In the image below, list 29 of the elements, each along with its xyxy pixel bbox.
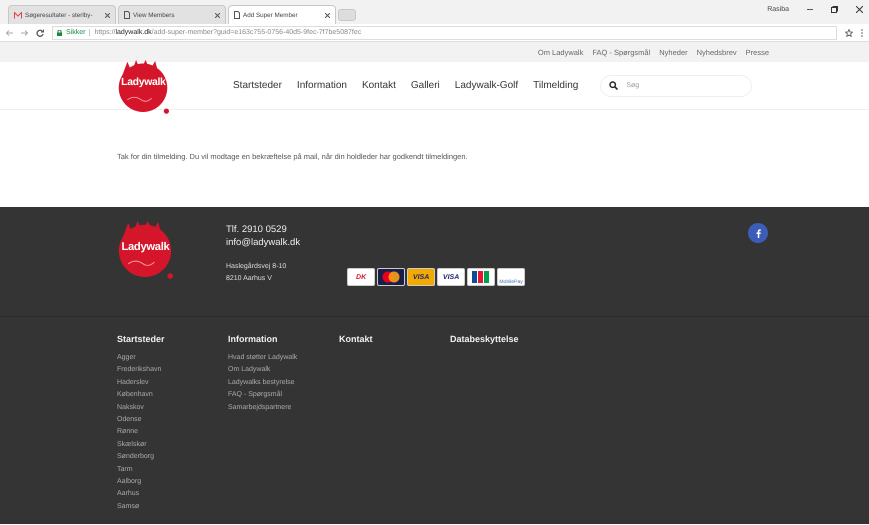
logo-text: Ladywalk (121, 78, 166, 89)
nav-link[interactable]: Startsteder (233, 80, 282, 91)
footer-heading: Kontakt (339, 334, 374, 344)
star-icon[interactable] (845, 28, 853, 36)
nav-link[interactable]: Kontakt (362, 80, 396, 91)
close-icon[interactable] (325, 12, 330, 18)
close-icon[interactable] (215, 12, 220, 18)
footer-heading: Startsteder (117, 334, 166, 344)
nav-link[interactable]: Ladywalk-Golf (454, 80, 518, 91)
restore-icon[interactable] (831, 6, 838, 13)
reload-icon[interactable] (36, 28, 44, 36)
footer-heading: Databeskyttelse (450, 334, 520, 344)
page-icon (124, 11, 130, 19)
close-icon[interactable] (105, 12, 110, 18)
phone-text: Tlf. 2910 0529 (226, 223, 288, 236)
search-icon (609, 81, 618, 90)
payment-card-logo (377, 268, 406, 286)
logo-text: Ladywalk (121, 242, 170, 253)
email-link[interactable]: info@ladywalk.dk (226, 236, 300, 249)
lock-icon (57, 30, 62, 36)
payment-card-logo (467, 268, 496, 286)
nav-link[interactable]: Information (296, 80, 347, 91)
page-icon (234, 11, 240, 19)
nav-link[interactable]: Tilmelding (533, 80, 578, 91)
nav-link[interactable]: Galleri (410, 80, 440, 91)
facebook-icon[interactable] (748, 223, 768, 243)
close-icon[interactable] (856, 6, 863, 13)
mail-icon (14, 12, 22, 18)
footer-heading: Information (228, 334, 278, 344)
